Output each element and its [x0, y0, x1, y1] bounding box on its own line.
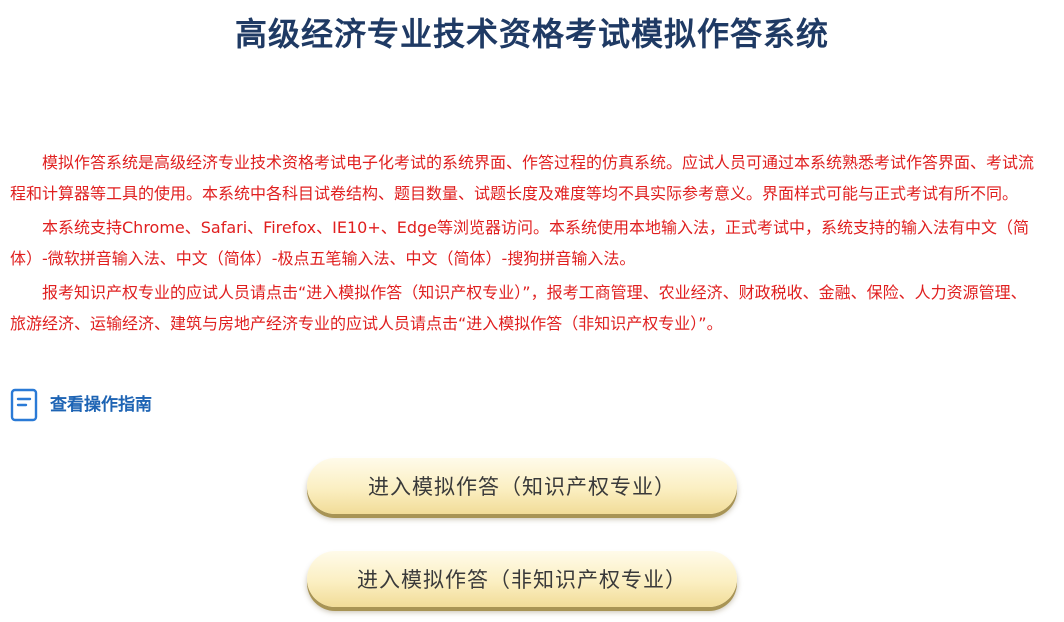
enter-mock-ip-button[interactable]: 进入模拟作答（知识产权专业） — [307, 458, 737, 514]
notice-paragraph-browsers: 本系统支持Chrome、Safari、Firefox、IE10+、Edge等浏览… — [10, 218, 1029, 268]
view-guide-link[interactable]: 查看操作指南 — [10, 388, 152, 422]
notice-paragraph-intro: 模拟作答系统是高级经济专业技术资格考试电子化考试的系统界面、作答过程的仿真系统。… — [10, 153, 1035, 203]
view-guide-label: 查看操作指南 — [50, 395, 152, 415]
notice-text: 模拟作答系统是高级经济专业技术资格考试电子化考试的系统界面、作答过程的仿真系统。… — [10, 147, 1034, 342]
page-title: 高级经济专业技术资格考试模拟作答系统 — [234, 15, 829, 53]
notice-paragraph-instructions: 报考知识产权专业的应试人员请点击“进入模拟作答（知识产权专业）”，报考工商管理、… — [10, 283, 1027, 333]
enter-mock-non-ip-button[interactable]: 进入模拟作答（非知识产权专业） — [307, 551, 737, 607]
document-icon — [10, 388, 38, 422]
